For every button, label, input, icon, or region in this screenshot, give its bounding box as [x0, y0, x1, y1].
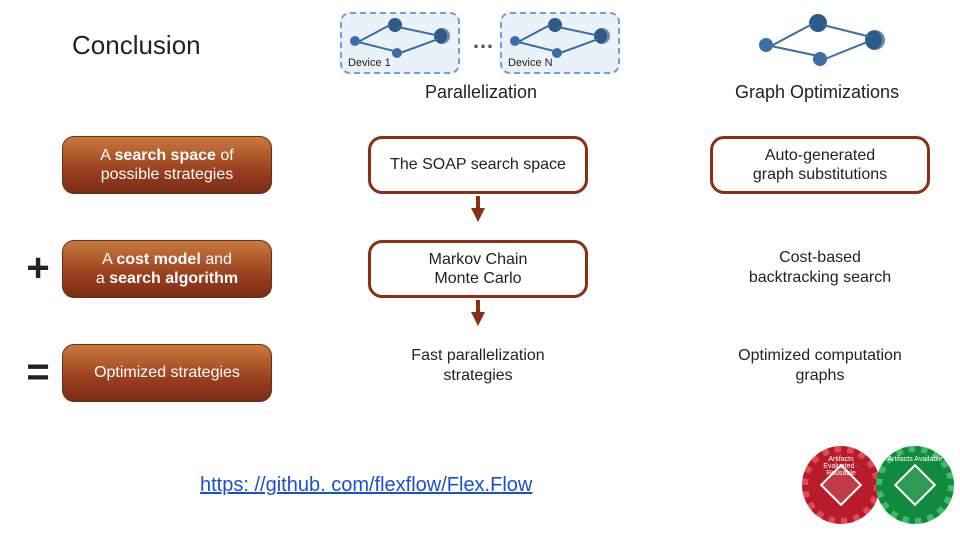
badge-green-inner-icon [894, 464, 936, 506]
mid-box-soap-label: The SOAP search space [390, 155, 566, 174]
left-box-search-space-label: A search space ofpossible strategies [100, 146, 233, 184]
graph-optimizations-illustration [755, 12, 895, 74]
column-header-parallelization: Parallelization [425, 82, 537, 103]
equals-symbol: = [20, 350, 56, 395]
plus-symbol: + [20, 246, 56, 291]
right-text-backtrack: Cost-based backtracking search [710, 248, 930, 288]
right-text-optgraph: Optimized computation graphs [710, 346, 930, 386]
badge-artifacts-available: Artifacts Available [882, 452, 948, 518]
mid-box-soap: The SOAP search space [368, 136, 588, 194]
device-1-label: Device 1 [348, 57, 391, 69]
column-header-graphopt: Graph Optimizations [735, 82, 899, 103]
device-n-box: Device N [500, 12, 620, 74]
badge-red-inner-icon [820, 464, 862, 506]
left-box-search-space: A search space ofpossible strategies [62, 136, 272, 194]
device-ellipsis: … [472, 28, 494, 54]
arrow-soap-mcmc-head [471, 208, 485, 222]
left-box-optimized: Optimized strategies [62, 344, 272, 402]
right-box-auto: Auto-generated graph substitutions [710, 136, 930, 194]
badge-artifacts-evaluated: Artifacts Evaluated · Reusable [808, 452, 874, 518]
page-title: Conclusion [72, 30, 201, 61]
left-box-cost-model-label: A cost model anda search algorithm [96, 250, 238, 288]
github-link[interactable]: https: //github. com/flexflow/Flex.Flow [200, 474, 532, 497]
right-box-auto-label: Auto-generated graph substitutions [753, 146, 887, 184]
arrow-mcmc-fast-head [471, 312, 485, 326]
left-box-optimized-label: Optimized strategies [94, 363, 240, 382]
device-n-label: Device N [508, 57, 553, 69]
mid-box-mcmc-label: Markov Chain Monte Carlo [429, 250, 528, 288]
left-box-cost-model: A cost model anda search algorithm [62, 240, 272, 298]
device-1-box: Device 1 [340, 12, 460, 74]
mid-text-fast: Fast parallelization strategies [368, 346, 588, 386]
mid-box-mcmc: Markov Chain Monte Carlo [368, 240, 588, 298]
